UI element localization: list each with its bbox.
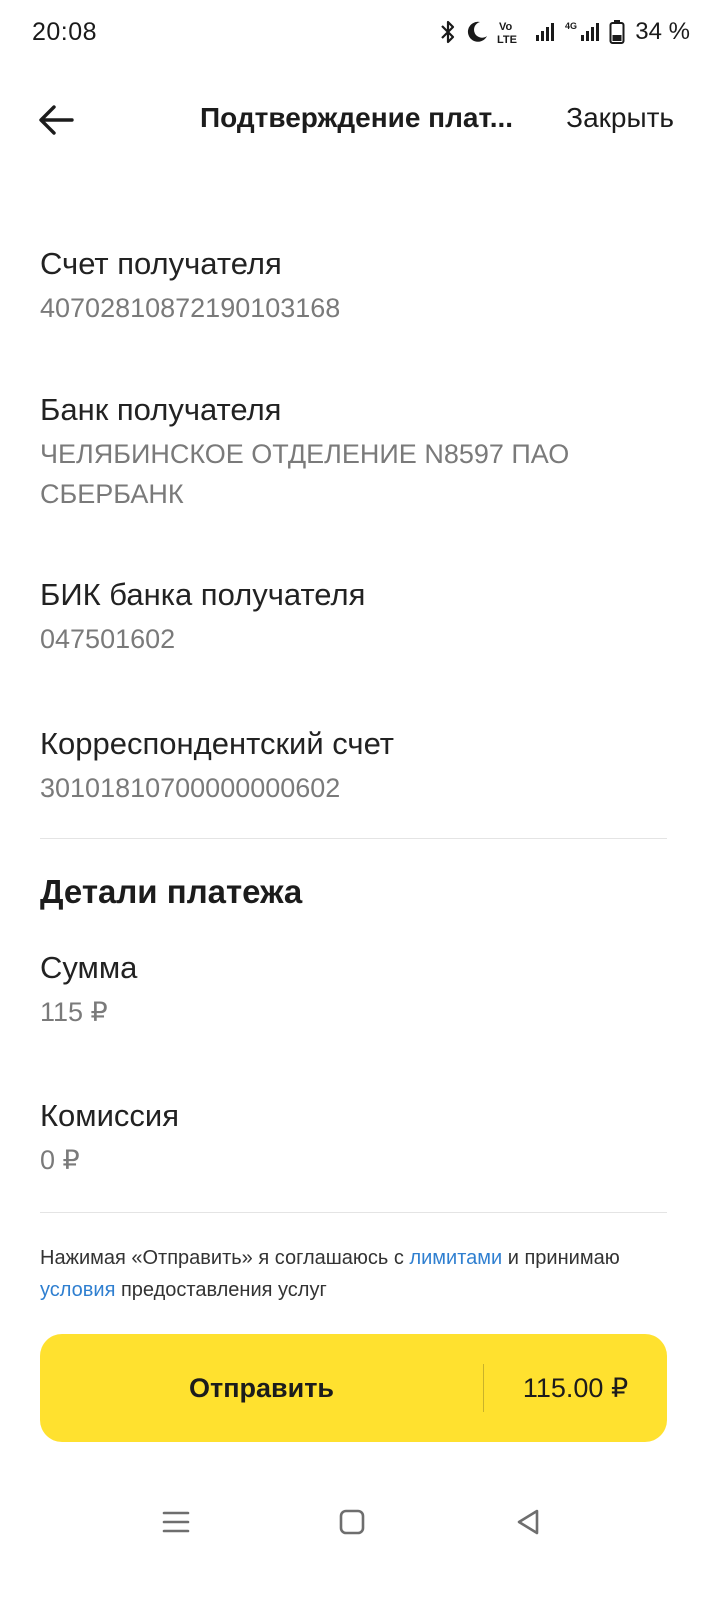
- page-title: Подтверждение плат...: [200, 102, 514, 133]
- svg-text:Vo: Vo: [499, 21, 513, 33]
- bluetooth-icon: [439, 19, 457, 45]
- agreement-text: Нажимая «Отправить» я соглашаюсь с лимит…: [40, 1242, 680, 1306]
- back-nav-button[interactable]: [508, 1502, 548, 1542]
- field-label: Корреспондентский счет: [40, 726, 394, 761]
- agreement-text-part: и принимаю: [502, 1247, 620, 1269]
- triangle-back-icon: [517, 1509, 539, 1535]
- fee-field: Комиссия 0 ₽: [40, 1096, 680, 1180]
- field-value: ЧЕЛЯБИНСКОЕ ОТДЕЛЕНИЕ N8597 ПАО СБЕРБАНК: [40, 439, 570, 509]
- status-bar: 20:08 Vo LTE 4G 34 %: [0, 0, 720, 64]
- field-label: Счет получателя: [40, 246, 282, 281]
- menu-icon: [162, 1511, 190, 1533]
- field-label: Сумма: [40, 950, 138, 985]
- home-nav-button[interactable]: [332, 1502, 372, 1542]
- divider: [40, 1212, 667, 1213]
- status-time: 20:08: [32, 17, 98, 46]
- recipient-account-field: Счет получателя 40702810872190103168: [40, 244, 680, 328]
- field-value: 115 ₽: [40, 997, 108, 1027]
- amount-field: Сумма 115 ₽: [40, 948, 680, 1032]
- recipient-bank-field: Банк получателя ЧЕЛЯБИНСКОЕ ОТДЕЛЕНИЕ N8…: [40, 390, 680, 514]
- send-button-amount: 115.00 ₽: [522, 1372, 629, 1403]
- status-icons: Vo LTE 4G 34 %: [439, 18, 690, 46]
- field-value: 40702810872190103168: [40, 293, 341, 323]
- payment-details-title: Детали платежа: [40, 873, 303, 910]
- field-label: БИК банка получателя: [40, 577, 366, 612]
- agreement-text-part: предоставления услуг: [115, 1279, 327, 1301]
- system-nav-bar: [0, 1480, 720, 1560]
- field-value: 30101810700000000602: [40, 773, 341, 803]
- close-button[interactable]: Закрыть: [566, 102, 674, 134]
- battery-percent: 34 %: [635, 18, 690, 45]
- recipient-bik-field: БИК банка получателя 047501602: [40, 575, 680, 659]
- square-icon: [339, 1509, 365, 1535]
- battery-icon: [609, 19, 625, 45]
- correspondent-account-field: Корреспондентский счет 30101810700000000…: [40, 724, 680, 808]
- svg-text:LTE: LTE: [497, 34, 517, 45]
- agreement-text-part: Нажимая «Отправить» я соглашаюсь с: [40, 1247, 410, 1269]
- svg-text:4G: 4G: [565, 21, 577, 31]
- signal-icon: [535, 21, 557, 43]
- send-button-label: Отправить: [188, 1372, 335, 1403]
- field-label: Банк получателя: [40, 392, 282, 427]
- back-button[interactable]: [30, 98, 82, 142]
- field-value: 0 ₽: [40, 1145, 80, 1175]
- arrow-left-icon: [39, 105, 74, 135]
- volte-icon: Vo LTE: [497, 19, 527, 45]
- terms-link[interactable]: условия: [40, 1279, 115, 1301]
- field-label: Комиссия: [40, 1098, 180, 1133]
- field-value: 047501602: [40, 624, 176, 654]
- menu-nav-button[interactable]: [156, 1502, 196, 1542]
- signal-4g-icon: 4G: [565, 20, 601, 44]
- moon-icon: [465, 20, 489, 44]
- divider: [40, 838, 667, 839]
- app-header: Подтверждение плат... Закрыть: [0, 80, 720, 160]
- limits-link[interactable]: лимитами: [409, 1247, 502, 1269]
- send-button[interactable]: Отправить 115.00 ₽: [40, 1334, 667, 1442]
